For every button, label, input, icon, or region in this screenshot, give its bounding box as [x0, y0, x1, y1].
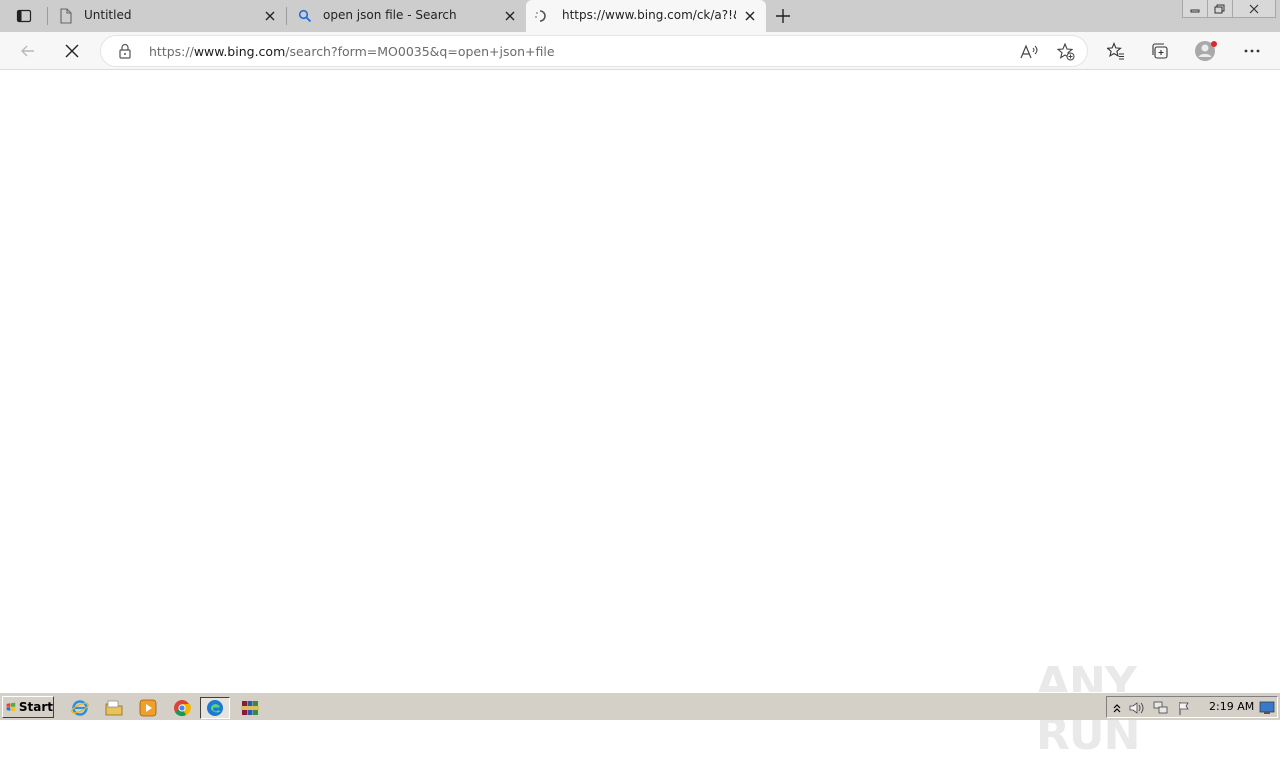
system-tray: 2:19 AM — [1106, 696, 1278, 718]
plus-icon — [776, 9, 790, 23]
favorites-icon — [1107, 42, 1124, 60]
taskbar-clock[interactable]: 2:19 AM — [1209, 700, 1254, 713]
show-desktop-button[interactable] — [1259, 700, 1275, 716]
tab-actions-button[interactable] — [6, 4, 42, 28]
tab-close-button[interactable] — [502, 8, 518, 24]
profile-button[interactable] — [1194, 39, 1218, 63]
collections-button[interactable] — [1148, 39, 1172, 63]
stop-loading-button[interactable] — [60, 39, 84, 63]
minimize-button[interactable] — [1182, 0, 1208, 18]
desktop-icon — [1259, 701, 1275, 714]
back-button[interactable] — [16, 39, 40, 63]
url-text[interactable]: https://www.bing.com/search?form=MO0035&… — [149, 44, 555, 59]
internet-explorer-icon — [71, 700, 89, 716]
tab-untitled[interactable]: Untitled — [48, 0, 286, 32]
windows-logo-icon — [6, 702, 16, 712]
network-icon — [1153, 701, 1168, 714]
more-icon — [1244, 49, 1260, 53]
add-favorite-button[interactable] — [1056, 42, 1076, 62]
tab-close-button[interactable] — [742, 8, 758, 24]
taskbar-ie[interactable] — [68, 697, 92, 719]
show-hidden-icons-button[interactable] — [1109, 700, 1125, 716]
tab-title: https://www.bing.com/ck/a?!&& — [562, 8, 736, 22]
network-button[interactable] — [1153, 700, 1169, 716]
close-icon — [265, 11, 275, 21]
volume-button[interactable] — [1129, 700, 1145, 716]
back-arrow-icon — [21, 45, 34, 57]
tab-bing-redirect[interactable]: https://www.bing.com/ck/a?!&& — [526, 0, 766, 32]
url-scheme: https:// — [149, 44, 194, 59]
close-icon — [505, 11, 515, 21]
taskbar-media-player[interactable] — [136, 697, 160, 719]
media-player-icon — [139, 699, 157, 717]
stop-icon — [65, 44, 79, 58]
taskbar: Start 2:19 AM — [0, 692, 1280, 720]
avatar-icon — [1195, 41, 1217, 61]
restore-icon — [1214, 4, 1225, 13]
tab-title: Untitled — [84, 8, 132, 22]
close-icon — [745, 11, 755, 21]
tab-close-button[interactable] — [262, 8, 278, 24]
edge-icon — [207, 700, 223, 716]
page-icon — [58, 8, 74, 24]
url-path: /search?form=MO0035&q=open+json+file — [285, 44, 555, 59]
favorites-button[interactable] — [1104, 39, 1128, 63]
close-icon — [1249, 4, 1259, 13]
speaker-icon — [1129, 702, 1144, 714]
tab-search[interactable]: open json file - Search — [287, 0, 525, 32]
settings-more-button[interactable] — [1240, 39, 1264, 63]
close-window-button[interactable] — [1232, 0, 1276, 18]
restore-button[interactable] — [1207, 0, 1233, 18]
chrome-icon — [174, 700, 191, 717]
taskbar-edge[interactable] — [200, 697, 230, 719]
taskbar-winrar[interactable] — [236, 697, 264, 719]
taskbar-explorer[interactable] — [102, 697, 126, 719]
flag-icon — [1179, 702, 1189, 715]
collections-icon — [1152, 43, 1168, 59]
minimize-icon — [1190, 9, 1200, 12]
tab-actions-icon — [16, 9, 32, 23]
taskbar-chrome[interactable] — [170, 697, 194, 719]
read-aloud-button[interactable] — [1019, 42, 1039, 62]
tab-title: open json file - Search — [323, 8, 457, 22]
start-button[interactable]: Start — [2, 696, 54, 718]
search-icon — [297, 8, 313, 24]
star-add-icon — [1057, 43, 1075, 61]
action-center-button[interactable] — [1177, 700, 1193, 716]
lock-icon[interactable] — [117, 43, 133, 59]
read-aloud-icon — [1020, 44, 1038, 59]
new-tab-button[interactable] — [771, 4, 795, 28]
browser-toolbar: https://www.bing.com/search?form=MO0035&… — [0, 32, 1280, 70]
address-bar[interactable]: https://www.bing.com/search?form=MO0035&… — [100, 35, 1088, 67]
tab-strip: Untitled open json file - Search https:/… — [0, 0, 1280, 32]
start-label: Start — [18, 700, 53, 714]
loading-icon — [532, 8, 548, 24]
folder-icon — [105, 700, 123, 716]
chevron-up-icon — [1113, 704, 1121, 713]
winrar-icon — [241, 701, 259, 715]
page-content: ANY RUN — [0, 71, 1280, 760]
url-host: www.bing.com — [193, 44, 286, 59]
